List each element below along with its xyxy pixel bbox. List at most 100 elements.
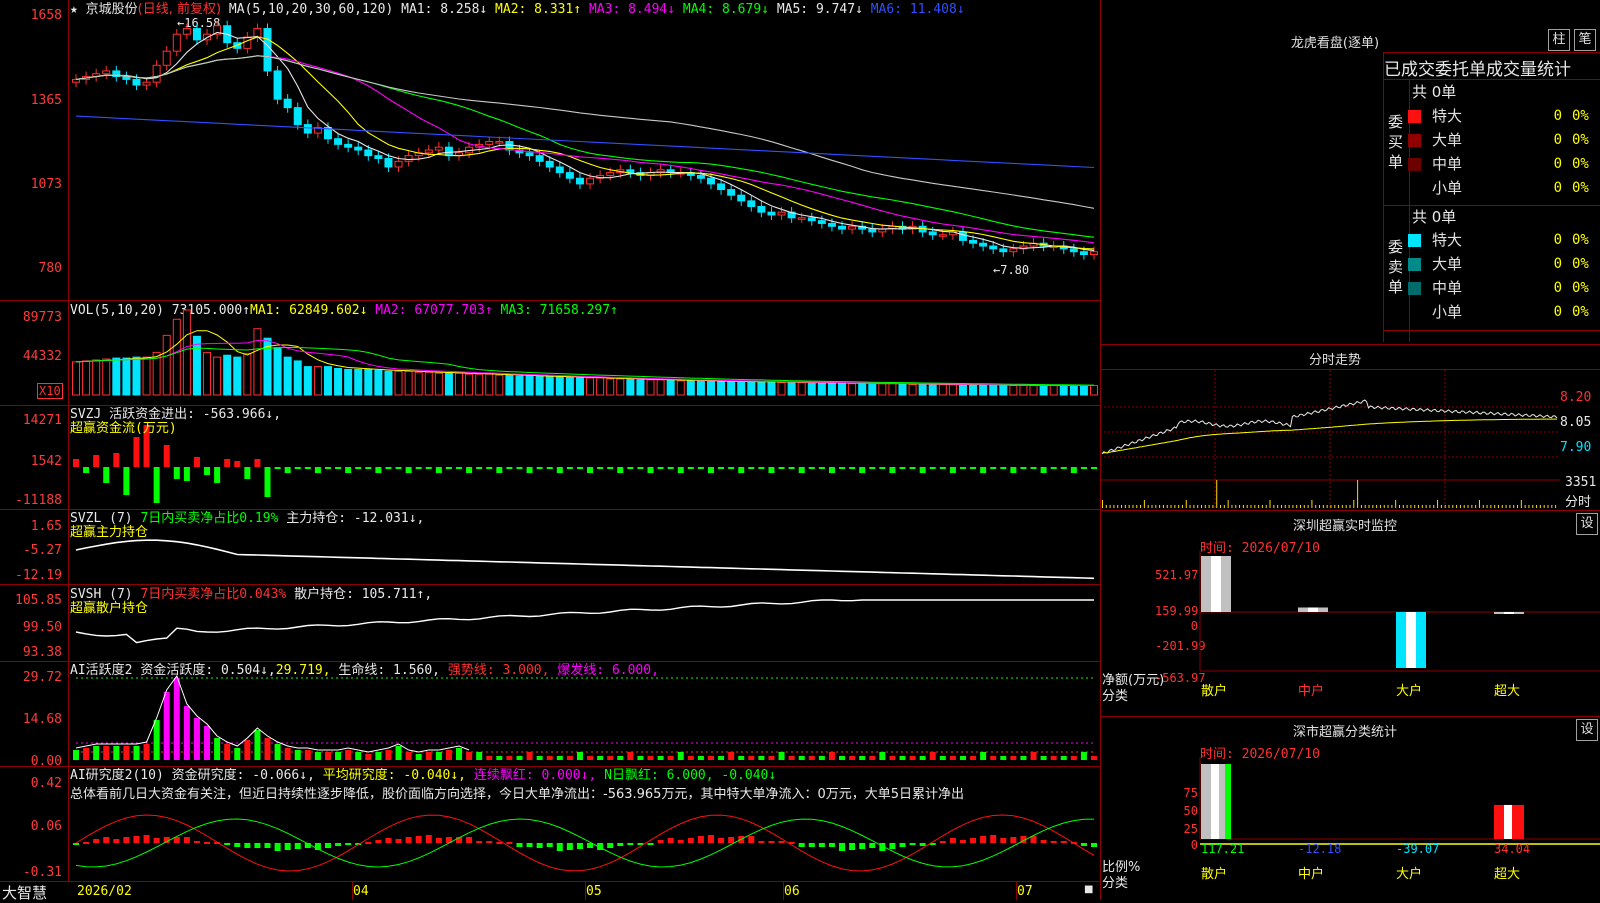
aihy-v4: 强势线: 3.000,: [447, 663, 550, 678]
aiyj-bar: [133, 836, 140, 843]
svzj-bar: [365, 467, 372, 469]
aiyj-bar: [113, 839, 120, 843]
svsh-line: [75, 599, 1094, 644]
aiyj-bar: [204, 842, 211, 844]
intraday-vol-bar: [1379, 505, 1381, 508]
svzj-bar: [647, 467, 654, 473]
aihy-bar: [224, 744, 231, 760]
lock-icon[interactable]: ■: [1084, 884, 1093, 895]
svzj-bar: [576, 467, 583, 469]
category-label: 中户: [1298, 866, 1324, 882]
category-data-label: 117.21: [1201, 842, 1244, 856]
aiyj-bar: [526, 843, 533, 847]
svzj-title: SVZJ: [70, 407, 102, 422]
row-count: 0: [1553, 304, 1562, 320]
volume-bar: [82, 360, 91, 396]
aihy-bar: [1091, 756, 1097, 760]
svsh-title: SVSH (7): [70, 587, 133, 602]
volume-bar: [364, 368, 373, 396]
intraday-vol-bar: [1536, 505, 1538, 508]
aiyj-bar: [415, 836, 422, 843]
kline-chart-area[interactable]: ★ 京城股份(日线, 前复权) MA(5,10,20,30,60,120) MA…: [0, 0, 1101, 902]
aihy-bar: [929, 752, 936, 760]
volume-bar: [898, 383, 907, 396]
aiyj-comment: 总体看前几日大资金有关注，但近日持续性逐步降低，股价面临方向选择，今日大单净流出…: [70, 787, 964, 802]
aihy-v1: 资金活跃度: 0.504↓,: [140, 663, 276, 678]
aihy-bar: [768, 756, 775, 760]
svsh-axis-label: 99.50: [22, 620, 62, 635]
volume-bar: [878, 383, 887, 396]
bar-mode-button[interactable]: 柱: [1548, 29, 1570, 51]
svzj-bar: [607, 467, 614, 469]
aiyj-bar: [93, 839, 100, 843]
volume-bar: [787, 382, 796, 396]
row-pct: 0%: [1572, 156, 1589, 172]
intraday-vol-bar: [1292, 505, 1294, 508]
aihy-line: [75, 674, 470, 753]
tick-mode-button[interactable]: 笔: [1574, 29, 1596, 51]
svzj-bar: [627, 467, 634, 469]
intraday-vol-bar: [1299, 505, 1301, 508]
svzj-bar: [73, 459, 79, 467]
intraday-vol-bar: [1505, 505, 1507, 508]
aihy-v5: 爆发线: 6.000,: [557, 663, 659, 678]
row-count: 0: [1553, 256, 1562, 272]
aiyj-bar: [284, 843, 291, 850]
svzj-bar: [425, 467, 432, 469]
volume-bar: [868, 383, 877, 396]
intraday-vol-bar: [1311, 500, 1313, 508]
volume-bar: [253, 328, 262, 396]
svzj-bar: [657, 467, 664, 469]
intraday-vol-bar: [1185, 500, 1187, 508]
svzj-bar: [526, 467, 533, 473]
svzj-bar: [1000, 467, 1007, 469]
intraday-vol-bar: [1486, 505, 1488, 508]
row-pct: 0%: [1572, 132, 1589, 148]
svzl-ratio: 7日内买卖净占比0.19%: [140, 511, 279, 526]
aihy-bar: [395, 746, 402, 760]
intraday-vol-bar: [1497, 505, 1499, 508]
volume-bar: [233, 356, 242, 396]
volume-bar: [424, 371, 433, 396]
aiyj-bar: [1080, 843, 1087, 846]
svzj-bar: [1091, 467, 1097, 469]
svzj-bar: [234, 461, 241, 467]
intraday-panel[interactable]: 分时走势 8.20 8.05 7.90 3351 分时: [1100, 345, 1600, 510]
aihy-bar: [476, 752, 483, 760]
svzj-bar: [375, 467, 382, 473]
svzj-bar: [476, 467, 483, 469]
aiyj-bar: [1091, 843, 1097, 847]
volume-bar: [586, 377, 595, 396]
aiyj-bar: [566, 843, 573, 850]
aihy-bar: [808, 756, 815, 760]
aihy-bar: [1050, 756, 1057, 760]
aihy-bar: [909, 756, 916, 760]
intraday-vol-bar: [1220, 505, 1222, 508]
volume-bar: [757, 381, 766, 396]
volume-bar: [616, 378, 625, 396]
svzj-axis-label: 14271: [22, 413, 62, 428]
category-bar-highlight: [1504, 804, 1512, 839]
aiyj-bar: [748, 836, 755, 843]
intraday-vol-bar: [1398, 505, 1400, 508]
row-label: 大单: [1432, 131, 1463, 149]
intraday-vol-bar: [1364, 505, 1366, 508]
aihy-bar: [617, 756, 624, 760]
intraday-vol-bar: [1102, 500, 1103, 508]
svzj-bar: [1050, 467, 1057, 469]
volume-bar: [182, 309, 191, 396]
aiyj-bar: [818, 843, 825, 847]
svzj-bar: [304, 467, 311, 469]
aihy-bar: [1080, 752, 1087, 760]
intraday-vol-bar: [1200, 505, 1202, 508]
aihy-bar: [667, 756, 674, 760]
svzj-bar: [486, 467, 493, 469]
aiyj-bar: [254, 843, 261, 848]
svzj-bar: [264, 467, 271, 497]
aihy-bar: [748, 756, 755, 760]
intraday-vol-bar: [1223, 505, 1225, 508]
aiyj-bar: [657, 840, 664, 843]
aiyj-bar: [617, 843, 624, 846]
svzj-bar: [970, 467, 977, 469]
svzj-axis-label: -11188: [15, 493, 62, 508]
